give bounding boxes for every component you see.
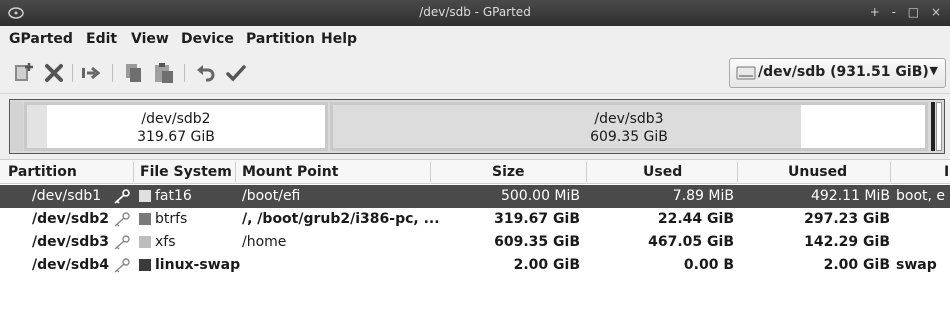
key-icon	[114, 189, 130, 204]
column-divider[interactable]	[430, 162, 431, 182]
table-row[interactable]: /dev/sdb2 btrfs /, /boot/grub2/i386-pc, …	[0, 208, 950, 231]
chevron-down-icon: ▼	[929, 64, 938, 77]
unused-value: 492.11 MiB	[810, 188, 890, 204]
menu-gparted[interactable]: GParted	[9, 31, 73, 47]
device-selector[interactable]: /dev/sdb (931.51 GiB) ▼	[729, 58, 946, 88]
window-title: /dev/sdb - GParted	[419, 5, 531, 19]
partition-block-sdb4-border	[931, 102, 935, 151]
title-bar: /dev/sdb - GParted + - □ ×	[0, 0, 950, 26]
menu-view[interactable]: View	[131, 31, 169, 47]
window-controls: + - □ ×	[864, 5, 942, 19]
key-icon	[114, 212, 130, 227]
column-divider[interactable]	[737, 162, 738, 182]
column-divider[interactable]	[890, 162, 891, 182]
fs-color-swatch	[139, 259, 151, 271]
column-divider[interactable]	[586, 162, 587, 182]
mount-point: /boot/efi	[242, 188, 301, 204]
partition-block-sdb2[interactable]: /dev/sdb2 319.67 GiB	[24, 102, 328, 151]
copy-icon[interactable]	[122, 61, 146, 85]
unused-value: 297.23 GiB	[804, 211, 890, 227]
hard-disk-icon	[736, 66, 756, 80]
toolbar: /dev/sdb (931.51 GiB) ▼	[0, 52, 950, 94]
mount-point: /, /boot/grub2/i386-pc, ...	[242, 211, 440, 227]
menu-edit[interactable]: Edit	[86, 31, 117, 47]
column-header-used[interactable]: Used	[643, 164, 682, 180]
menu-help[interactable]: Help	[321, 31, 357, 47]
column-header-size[interactable]: Size	[492, 164, 525, 180]
partition-table: Partition File System Mount Point Size U…	[0, 159, 950, 335]
used-value: 0.00 B	[683, 257, 734, 273]
column-header-mount-point[interactable]: Mount Point	[242, 164, 338, 180]
toolbar-separator	[112, 64, 113, 82]
file-system: xfs	[155, 234, 176, 250]
column-header-flags[interactable]: I	[944, 164, 949, 180]
delete-icon[interactable]	[42, 61, 66, 85]
fs-color-swatch	[139, 213, 151, 225]
unused-value: 142.29 GiB	[804, 234, 890, 250]
undo-icon[interactable]	[194, 61, 218, 85]
key-icon	[114, 235, 130, 250]
flags-value: swap	[896, 257, 937, 273]
partition-name: /dev/sdb2	[32, 211, 109, 227]
fs-color-swatch	[139, 236, 151, 248]
flags-value: boot, e	[896, 188, 946, 204]
partition-block-sdb3[interactable]: /dev/sdb3 609.35 GiB	[330, 102, 928, 151]
device-selector-label: /dev/sdb (931.51 GiB)	[758, 64, 929, 80]
size-value: 500.00 MiB	[500, 188, 580, 204]
partition-block-sdb4[interactable]	[936, 102, 942, 151]
window-close-button[interactable]: ×	[931, 5, 942, 19]
partition-block-sdb3-size: 609.35 GiB	[590, 129, 668, 145]
file-system: fat16	[155, 188, 192, 204]
partition-block-sdb1[interactable]	[11, 102, 23, 151]
partition-name: /dev/sdb3	[32, 234, 109, 250]
column-header-partition[interactable]: Partition	[8, 164, 77, 180]
paste-icon[interactable]	[152, 61, 176, 85]
column-header-unused[interactable]: Unused	[788, 164, 847, 180]
key-icon	[114, 258, 130, 273]
partition-block-sdb2-name: /dev/sdb2	[141, 111, 211, 127]
menu-device[interactable]: Device	[181, 31, 234, 47]
size-value: 2.00 GiB	[513, 257, 580, 273]
menu-bar: GParted Edit View Device Partition Help	[0, 26, 950, 52]
resize-move-icon[interactable]	[80, 61, 104, 85]
apply-icon[interactable]	[224, 61, 248, 85]
toolbar-separator	[184, 64, 185, 82]
fs-color-swatch	[139, 190, 151, 202]
column-divider[interactable]	[235, 162, 236, 182]
table-header: Partition File System Mount Point Size U…	[0, 160, 950, 184]
table-row[interactable]: /dev/sdb1 fat16 /boot/efi 500.00 MiB 7.8…	[0, 185, 950, 208]
new-partition-icon[interactable]	[12, 61, 36, 85]
file-system: linux-swap	[155, 257, 241, 273]
used-value: 22.44 GiB	[657, 211, 734, 227]
partition-name: /dev/sdb4	[32, 257, 109, 273]
disk-map-frame: /dev/sdb2 319.67 GiB /dev/sdb3 609.35 Gi…	[9, 99, 945, 154]
table-row[interactable]: /dev/sdb4 linux-swap 2.00 GiB 0.00 B 2.0…	[0, 254, 950, 277]
column-divider[interactable]	[133, 162, 134, 182]
size-value: 319.67 GiB	[494, 211, 580, 227]
table-row[interactable]: /dev/sdb3 xfs /home 609.35 GiB 467.05 Gi…	[0, 231, 950, 254]
used-value: 7.89 MiB	[672, 188, 734, 204]
partition-block-sdb2-size: 319.67 GiB	[137, 129, 215, 145]
used-value: 467.05 GiB	[648, 234, 734, 250]
disk-map: /dev/sdb2 319.67 GiB /dev/sdb3 609.35 Gi…	[0, 94, 950, 159]
toolbar-separator	[72, 64, 73, 82]
window-minimize-button[interactable]: -	[892, 5, 897, 19]
window-maximize-button[interactable]: □	[908, 5, 920, 19]
mount-point: /home	[242, 234, 287, 250]
window-keep-above-button[interactable]: +	[870, 5, 881, 19]
column-header-file-system[interactable]: File System	[140, 164, 232, 180]
size-value: 609.35 GiB	[494, 234, 580, 250]
partition-block-sdb3-name: /dev/sdb3	[594, 111, 664, 127]
file-system: btrfs	[155, 211, 188, 227]
unused-value: 2.00 GiB	[823, 257, 890, 273]
menu-partition[interactable]: Partition	[246, 31, 315, 47]
partition-name: /dev/sdb1	[32, 188, 102, 204]
